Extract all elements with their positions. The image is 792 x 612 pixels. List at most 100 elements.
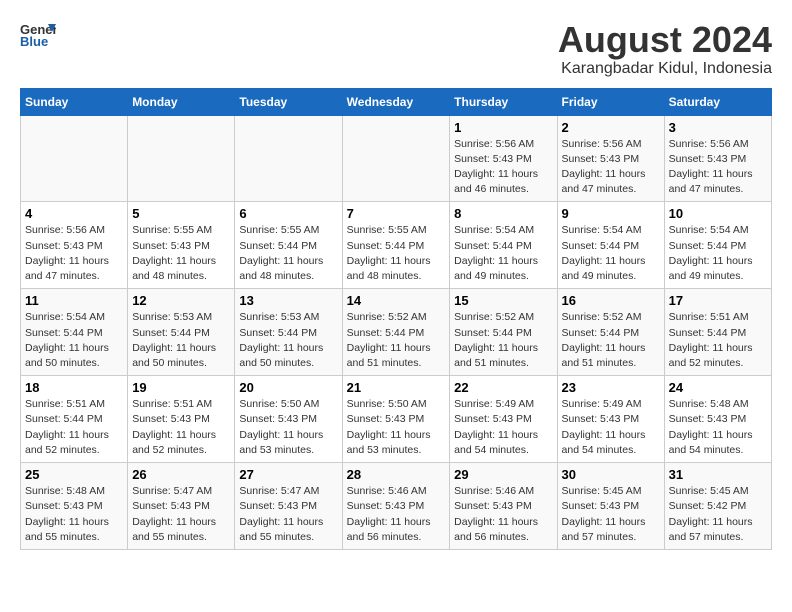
weekday-header-row: SundayMondayTuesdayWednesdayThursdayFrid… — [21, 88, 772, 115]
calendar-cell: 5 Sunrise: 5:55 AMSunset: 5:43 PMDaylight… — [128, 202, 235, 289]
day-number: 9 — [562, 206, 660, 221]
day-info: Sunrise: 5:52 AMSunset: 5:44 PMDaylight:… — [562, 310, 660, 371]
day-number: 26 — [132, 467, 230, 482]
page-header: General Blue August 2024 Karangbadar Kid… — [20, 20, 772, 78]
day-number: 31 — [669, 467, 767, 482]
weekday-header-tuesday: Tuesday — [235, 88, 342, 115]
calendar-cell: 23 Sunrise: 5:49 AMSunset: 5:43 PMDayligh… — [557, 376, 664, 463]
calendar-table: SundayMondayTuesdayWednesdayThursdayFrid… — [20, 88, 772, 550]
day-number: 24 — [669, 380, 767, 395]
day-info: Sunrise: 5:45 AMSunset: 5:42 PMDaylight:… — [669, 484, 767, 545]
day-number: 1 — [454, 120, 552, 135]
weekday-header-monday: Monday — [128, 88, 235, 115]
day-info: Sunrise: 5:54 AMSunset: 5:44 PMDaylight:… — [562, 223, 660, 284]
calendar-cell: 7 Sunrise: 5:55 AMSunset: 5:44 PMDaylight… — [342, 202, 450, 289]
day-number: 29 — [454, 467, 552, 482]
calendar-cell: 6 Sunrise: 5:55 AMSunset: 5:44 PMDaylight… — [235, 202, 342, 289]
calendar-cell — [342, 115, 450, 202]
calendar-body: 1 Sunrise: 5:56 AMSunset: 5:43 PMDaylight… — [21, 115, 772, 549]
calendar-cell: 8 Sunrise: 5:54 AMSunset: 5:44 PMDaylight… — [450, 202, 557, 289]
day-info: Sunrise: 5:49 AMSunset: 5:43 PMDaylight:… — [562, 397, 660, 458]
calendar-cell: 26 Sunrise: 5:47 AMSunset: 5:43 PMDayligh… — [128, 463, 235, 550]
day-number: 13 — [239, 293, 337, 308]
calendar-cell: 28 Sunrise: 5:46 AMSunset: 5:43 PMDayligh… — [342, 463, 450, 550]
calendar-cell: 4 Sunrise: 5:56 AMSunset: 5:43 PMDaylight… — [21, 202, 128, 289]
day-info: Sunrise: 5:52 AMSunset: 5:44 PMDaylight:… — [347, 310, 446, 371]
day-info: Sunrise: 5:47 AMSunset: 5:43 PMDaylight:… — [239, 484, 337, 545]
weekday-header-wednesday: Wednesday — [342, 88, 450, 115]
day-number: 3 — [669, 120, 767, 135]
day-number: 28 — [347, 467, 446, 482]
calendar-cell: 31 Sunrise: 5:45 AMSunset: 5:42 PMDayligh… — [664, 463, 771, 550]
logo: General Blue — [20, 20, 56, 48]
day-number: 5 — [132, 206, 230, 221]
day-number: 18 — [25, 380, 123, 395]
day-info: Sunrise: 5:56 AMSunset: 5:43 PMDaylight:… — [562, 137, 660, 198]
weekday-header-saturday: Saturday — [664, 88, 771, 115]
day-info: Sunrise: 5:48 AMSunset: 5:43 PMDaylight:… — [669, 397, 767, 458]
calendar-cell: 15 Sunrise: 5:52 AMSunset: 5:44 PMDayligh… — [450, 289, 557, 376]
day-info: Sunrise: 5:54 AMSunset: 5:44 PMDaylight:… — [25, 310, 123, 371]
day-number: 14 — [347, 293, 446, 308]
calendar-cell: 9 Sunrise: 5:54 AMSunset: 5:44 PMDaylight… — [557, 202, 664, 289]
day-info: Sunrise: 5:51 AMSunset: 5:44 PMDaylight:… — [669, 310, 767, 371]
calendar-week-row: 25 Sunrise: 5:48 AMSunset: 5:43 PMDayligh… — [21, 463, 772, 550]
day-info: Sunrise: 5:45 AMSunset: 5:43 PMDaylight:… — [562, 484, 660, 545]
calendar-cell: 17 Sunrise: 5:51 AMSunset: 5:44 PMDayligh… — [664, 289, 771, 376]
day-number: 6 — [239, 206, 337, 221]
day-number: 4 — [25, 206, 123, 221]
day-info: Sunrise: 5:46 AMSunset: 5:43 PMDaylight:… — [454, 484, 552, 545]
calendar-cell: 24 Sunrise: 5:48 AMSunset: 5:43 PMDayligh… — [664, 376, 771, 463]
day-number: 30 — [562, 467, 660, 482]
day-info: Sunrise: 5:56 AMSunset: 5:43 PMDaylight:… — [25, 223, 123, 284]
day-number: 10 — [669, 206, 767, 221]
calendar-cell — [128, 115, 235, 202]
day-info: Sunrise: 5:54 AMSunset: 5:44 PMDaylight:… — [669, 223, 767, 284]
day-info: Sunrise: 5:55 AMSunset: 5:44 PMDaylight:… — [239, 223, 337, 284]
day-info: Sunrise: 5:50 AMSunset: 5:43 PMDaylight:… — [347, 397, 446, 458]
day-info: Sunrise: 5:56 AMSunset: 5:43 PMDaylight:… — [454, 137, 552, 198]
weekday-header-sunday: Sunday — [21, 88, 128, 115]
calendar-week-row: 18Sunrise: 5:51 AMSunset: 5:44 PMDayligh… — [21, 376, 772, 463]
calendar-cell: 12 Sunrise: 5:53 AMSunset: 5:44 PMDayligh… — [128, 289, 235, 376]
calendar-cell: 13Sunrise: 5:53 AMSunset: 5:44 PMDayligh… — [235, 289, 342, 376]
day-number: 17 — [669, 293, 767, 308]
day-number: 12 — [132, 293, 230, 308]
day-info: Sunrise: 5:55 AMSunset: 5:43 PMDaylight:… — [132, 223, 230, 284]
calendar-week-row: 11 Sunrise: 5:54 AMSunset: 5:44 PMDayligh… — [21, 289, 772, 376]
day-number: 7 — [347, 206, 446, 221]
day-number: 11 — [25, 293, 123, 308]
day-info: Sunrise: 5:53 AMSunset: 5:44 PMDaylight:… — [132, 310, 230, 371]
calendar-cell: 25 Sunrise: 5:48 AMSunset: 5:43 PMDayligh… — [21, 463, 128, 550]
calendar-cell: 11 Sunrise: 5:54 AMSunset: 5:44 PMDayligh… — [21, 289, 128, 376]
calendar-cell: 18Sunrise: 5:51 AMSunset: 5:44 PMDayligh… — [21, 376, 128, 463]
calendar-cell: 29 Sunrise: 5:46 AMSunset: 5:43 PMDayligh… — [450, 463, 557, 550]
day-number: 8 — [454, 206, 552, 221]
day-info: Sunrise: 5:50 AMSunset: 5:43 PMDaylight:… — [239, 397, 337, 458]
calendar-cell — [21, 115, 128, 202]
day-info: Sunrise: 5:46 AMSunset: 5:43 PMDaylight:… — [347, 484, 446, 545]
calendar-cell: 3Sunrise: 5:56 AMSunset: 5:43 PMDaylight… — [664, 115, 771, 202]
calendar-cell: 10 Sunrise: 5:54 AMSunset: 5:44 PMDayligh… — [664, 202, 771, 289]
day-number: 19 — [132, 380, 230, 395]
day-info: Sunrise: 5:55 AMSunset: 5:44 PMDaylight:… — [347, 223, 446, 284]
day-number: 15 — [454, 293, 552, 308]
day-info: Sunrise: 5:47 AMSunset: 5:43 PMDaylight:… — [132, 484, 230, 545]
day-number: 22 — [454, 380, 552, 395]
day-number: 2 — [562, 120, 660, 135]
weekday-header-friday: Friday — [557, 88, 664, 115]
day-number: 16 — [562, 293, 660, 308]
calendar-cell: 27Sunrise: 5:47 AMSunset: 5:43 PMDayligh… — [235, 463, 342, 550]
calendar-week-row: 4 Sunrise: 5:56 AMSunset: 5:43 PMDaylight… — [21, 202, 772, 289]
calendar-cell — [235, 115, 342, 202]
day-info: Sunrise: 5:54 AMSunset: 5:44 PMDaylight:… — [454, 223, 552, 284]
calendar-cell: 14 Sunrise: 5:52 AMSunset: 5:44 PMDayligh… — [342, 289, 450, 376]
calendar-cell: 30 Sunrise: 5:45 AMSunset: 5:43 PMDayligh… — [557, 463, 664, 550]
day-info: Sunrise: 5:52 AMSunset: 5:44 PMDaylight:… — [454, 310, 552, 371]
calendar-cell: 1 Sunrise: 5:56 AMSunset: 5:43 PMDaylight… — [450, 115, 557, 202]
day-info: Sunrise: 5:48 AMSunset: 5:43 PMDaylight:… — [25, 484, 123, 545]
logo-icon: General Blue — [20, 20, 56, 48]
calendar-cell: 16 Sunrise: 5:52 AMSunset: 5:44 PMDayligh… — [557, 289, 664, 376]
day-number: 25 — [25, 467, 123, 482]
day-number: 23 — [562, 380, 660, 395]
